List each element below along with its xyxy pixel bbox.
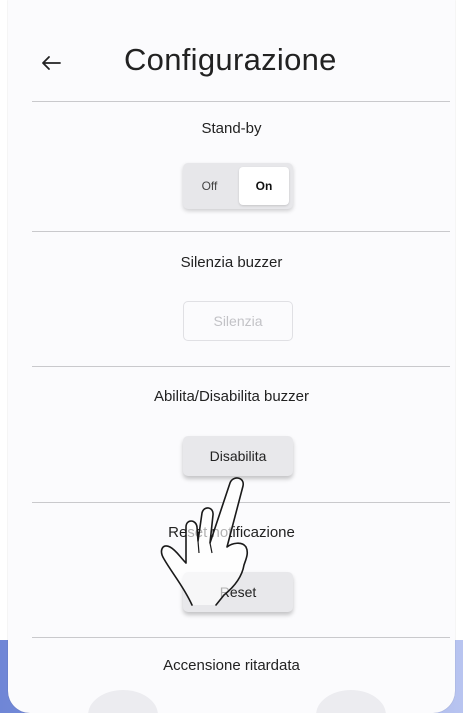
reset-notification-label: Reset notificazione xyxy=(168,524,295,541)
buzzer-enable-label: Abilita/Disabilita buzzer xyxy=(153,388,310,405)
disable-buzzer-button[interactable]: Disabilita xyxy=(183,436,293,476)
arrow-left-icon xyxy=(42,56,61,70)
bottom-control[interactable] xyxy=(88,690,158,713)
divider xyxy=(32,366,450,367)
standby-off-option[interactable]: Off xyxy=(183,163,236,209)
divider xyxy=(32,502,450,503)
delayed-start-label: Accensione ritardata xyxy=(163,657,300,674)
app-header: Configurazione xyxy=(8,0,455,100)
standby-label: Stand-by xyxy=(201,120,262,137)
divider xyxy=(32,637,450,638)
divider xyxy=(32,231,450,232)
app-screen: Configurazione Stand-by Off On Silenzia … xyxy=(8,0,455,713)
page-title: Configurazione xyxy=(124,42,337,77)
reset-button[interactable]: Reset xyxy=(183,572,293,612)
silence-buzzer-label: Silenzia buzzer xyxy=(180,254,283,271)
divider xyxy=(32,101,450,102)
back-button[interactable] xyxy=(36,48,66,78)
standby-toggle[interactable]: Off On xyxy=(183,163,293,209)
silence-button[interactable]: Silenzia xyxy=(183,301,293,341)
bottom-control[interactable] xyxy=(316,690,386,713)
device-frame: Configurazione Stand-by Off On Silenzia … xyxy=(0,0,463,713)
standby-on-option[interactable]: On xyxy=(239,167,289,205)
